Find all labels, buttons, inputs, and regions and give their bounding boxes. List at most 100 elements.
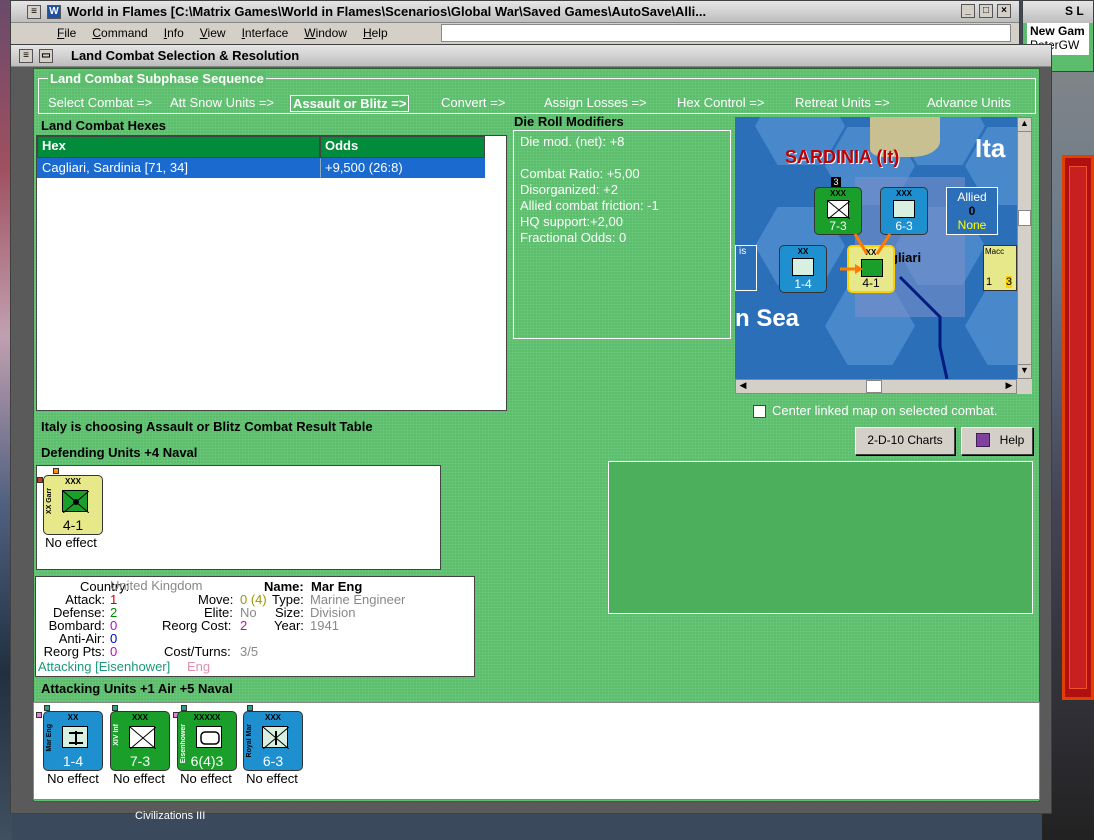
- menu-view[interactable]: View: [192, 26, 234, 40]
- app-titlebar[interactable]: ≡ W World in Flames [C:\Matrix Games\Wor…: [11, 1, 1019, 23]
- modifiers-box: Die mod. (net): +8 Combat Ratio: +5,00 D…: [513, 130, 731, 339]
- hexes-grid[interactable]: Hex Odds Cagliari, Sardinia [71, 34] +9,…: [36, 135, 507, 411]
- menu-file[interactable]: File: [49, 26, 84, 40]
- allied-box-value: 0: [968, 204, 976, 218]
- sequence-header: Land Combat Subphase Sequence: [48, 71, 266, 86]
- menu-bar: File Command Info View Interface Window …: [11, 23, 1019, 43]
- attacker-effect-4: No effect: [246, 771, 298, 786]
- infantry-icon: [129, 726, 157, 750]
- stack-count: 3: [831, 177, 841, 187]
- menu-command[interactable]: Command: [84, 26, 155, 40]
- scroll-up-icon[interactable]: ▲: [1018, 118, 1031, 132]
- seq-assault-blitz[interactable]: Assault or Blitz =>: [290, 95, 410, 112]
- attacker-unit-xiv-inf[interactable]: XXX XIV Inf 7-3: [110, 711, 170, 771]
- defender-unit-xx-garr[interactable]: XXX XX Garr 4-1: [43, 475, 103, 535]
- map-region-label-2: Ita: [975, 133, 1006, 163]
- linked-map[interactable]: SARDINIA (It) Ita n Sea gliari Allied 0 …: [735, 117, 1017, 379]
- result-panel: [608, 461, 1033, 614]
- seq-advance[interactable]: Advance Units: [927, 95, 1011, 110]
- menu-interface[interactable]: Interface: [234, 26, 297, 40]
- choosing-text: Italy is choosing Assault or Blitz Comba…: [41, 419, 373, 434]
- hex-row-cell-odds[interactable]: +9,500 (26:8): [320, 158, 485, 178]
- attacker-unit-eisenhower[interactable]: XXXXX Eisenhower 6(4)3: [177, 711, 237, 771]
- defending-label: Defending Units +4 Naval: [41, 445, 198, 460]
- close-icon[interactable]: ×: [997, 4, 1011, 18]
- garrison-icon: [62, 490, 90, 514]
- charts-button[interactable]: 2-D-10 Charts: [855, 427, 955, 455]
- app-icon: W: [47, 5, 61, 19]
- engineer-icon: [792, 258, 814, 276]
- scroll-h-thumb[interactable]: [866, 380, 882, 393]
- background-red-window: [1062, 155, 1094, 700]
- desktop-icon-label[interactable]: Civilizations III: [135, 810, 205, 822]
- col-hex[interactable]: Hex: [37, 136, 320, 158]
- scroll-left-icon[interactable]: ◀: [736, 380, 750, 393]
- info-cost-v: 3/5: [240, 644, 259, 659]
- dialog-system-icon[interactable]: ≡: [19, 49, 33, 63]
- info-country-v: United Kingdom: [110, 578, 203, 593]
- seq-att-snow[interactable]: Att Snow Units =>: [170, 95, 274, 110]
- scroll-right-icon[interactable]: ▶: [1002, 380, 1016, 393]
- marine-icon: [893, 200, 915, 218]
- menu-info[interactable]: Info: [156, 26, 192, 40]
- menu-help[interactable]: Help: [355, 26, 396, 40]
- map-scroll-vertical[interactable]: ▲ ▼: [1017, 117, 1032, 379]
- info-year-k: Year:: [274, 618, 304, 633]
- mod-line-3: Disorganized: +2: [520, 182, 618, 197]
- hex-row-cell-hex[interactable]: Cagliari, Sardinia [71, 34]: [37, 158, 320, 178]
- seq-convert[interactable]: Convert =>: [441, 95, 505, 110]
- map-unit-royal-mar[interactable]: XXX 6-3: [880, 187, 928, 235]
- attacker-unit-royal-mar[interactable]: XXX Royal Mar 6-3: [243, 711, 303, 771]
- att-marker-icon-2: [36, 712, 42, 718]
- scroll-corner: [1017, 379, 1032, 394]
- dialog-titlebar[interactable]: ≡ ▭ Land Combat Selection & Resolution: [11, 45, 1051, 67]
- marine-icon: [262, 726, 290, 750]
- allied-box-sub: None: [957, 218, 987, 232]
- center-map-label: Center linked map on selected combat.: [772, 403, 998, 418]
- info-year-v: 1941: [310, 618, 339, 633]
- system-menu-icon[interactable]: ≡: [27, 5, 41, 19]
- info-reorg-v: 2: [240, 618, 248, 633]
- center-map-checkbox[interactable]: [753, 405, 766, 418]
- maximize-icon[interactable]: □: [979, 4, 993, 18]
- info-reorg-k: Reorg Cost:: [162, 618, 232, 633]
- map-unit-mar-eng[interactable]: XX 1-4: [779, 245, 827, 293]
- help-book-icon: [976, 433, 990, 447]
- minimize-icon[interactable]: _: [961, 4, 975, 18]
- infantry-icon: [827, 200, 851, 220]
- map-unit-xiv-inf[interactable]: XXX 7-3: [814, 187, 862, 235]
- app-title: World in Flames [C:\Matrix Games\World i…: [67, 4, 707, 19]
- mod-line-6: Fractional Odds: 0: [520, 230, 627, 245]
- seq-select-combat[interactable]: Select Combat =>: [48, 95, 152, 110]
- unit-info-panel: Country: United Kingdom Name: Mar Eng At…: [35, 576, 475, 677]
- info-cost-k: Cost/Turns:: [164, 644, 231, 659]
- seq-hex-control[interactable]: Hex Control =>: [677, 95, 764, 110]
- col-odds[interactable]: Odds: [320, 136, 485, 158]
- info-attacking-text: Attacking [Eisenhower]: [38, 659, 171, 674]
- attack-arrows-icon: [840, 233, 892, 274]
- scroll-v-thumb[interactable]: [1018, 210, 1031, 226]
- side-window-line1: New Gam: [1030, 24, 1085, 38]
- attacker-unit-mar-eng[interactable]: XX Mar Eng 1-4: [43, 711, 103, 771]
- die-roll-label: Die Roll Modifiers: [514, 114, 624, 129]
- allied-info-box[interactable]: Allied 0 None: [946, 187, 998, 235]
- scroll-down-icon[interactable]: ▼: [1018, 364, 1031, 378]
- menu-bar-blank-area: [441, 24, 1011, 42]
- info-reorgpts-k: Reorg Pts:: [43, 644, 105, 659]
- map-right-fragment-unit[interactable]: Macc 1 3: [983, 245, 1017, 291]
- map-sea-label: n Sea: [735, 305, 800, 332]
- info-reorgpts-v: 0: [110, 644, 118, 659]
- attacking-label: Attacking Units +1 Air +5 Naval: [41, 681, 233, 696]
- mod-line-5: HQ support:+2,00: [520, 214, 623, 229]
- mod-line-1: [520, 150, 724, 166]
- hexes-label: Land Combat Hexes: [41, 118, 166, 133]
- dialog-restore-icon[interactable]: ▭: [39, 49, 53, 63]
- seq-assign-losses[interactable]: Assign Losses =>: [544, 95, 647, 110]
- help-button[interactable]: Help: [961, 427, 1033, 455]
- map-scroll-horizontal[interactable]: ◀ ▶: [735, 379, 1017, 394]
- menu-window[interactable]: Window: [296, 26, 355, 40]
- hq-icon: [196, 726, 222, 748]
- map-region-label: SARDINIA (It): [785, 147, 900, 167]
- seq-retreat[interactable]: Retreat Units =>: [795, 95, 890, 110]
- engineer-icon: [62, 726, 88, 748]
